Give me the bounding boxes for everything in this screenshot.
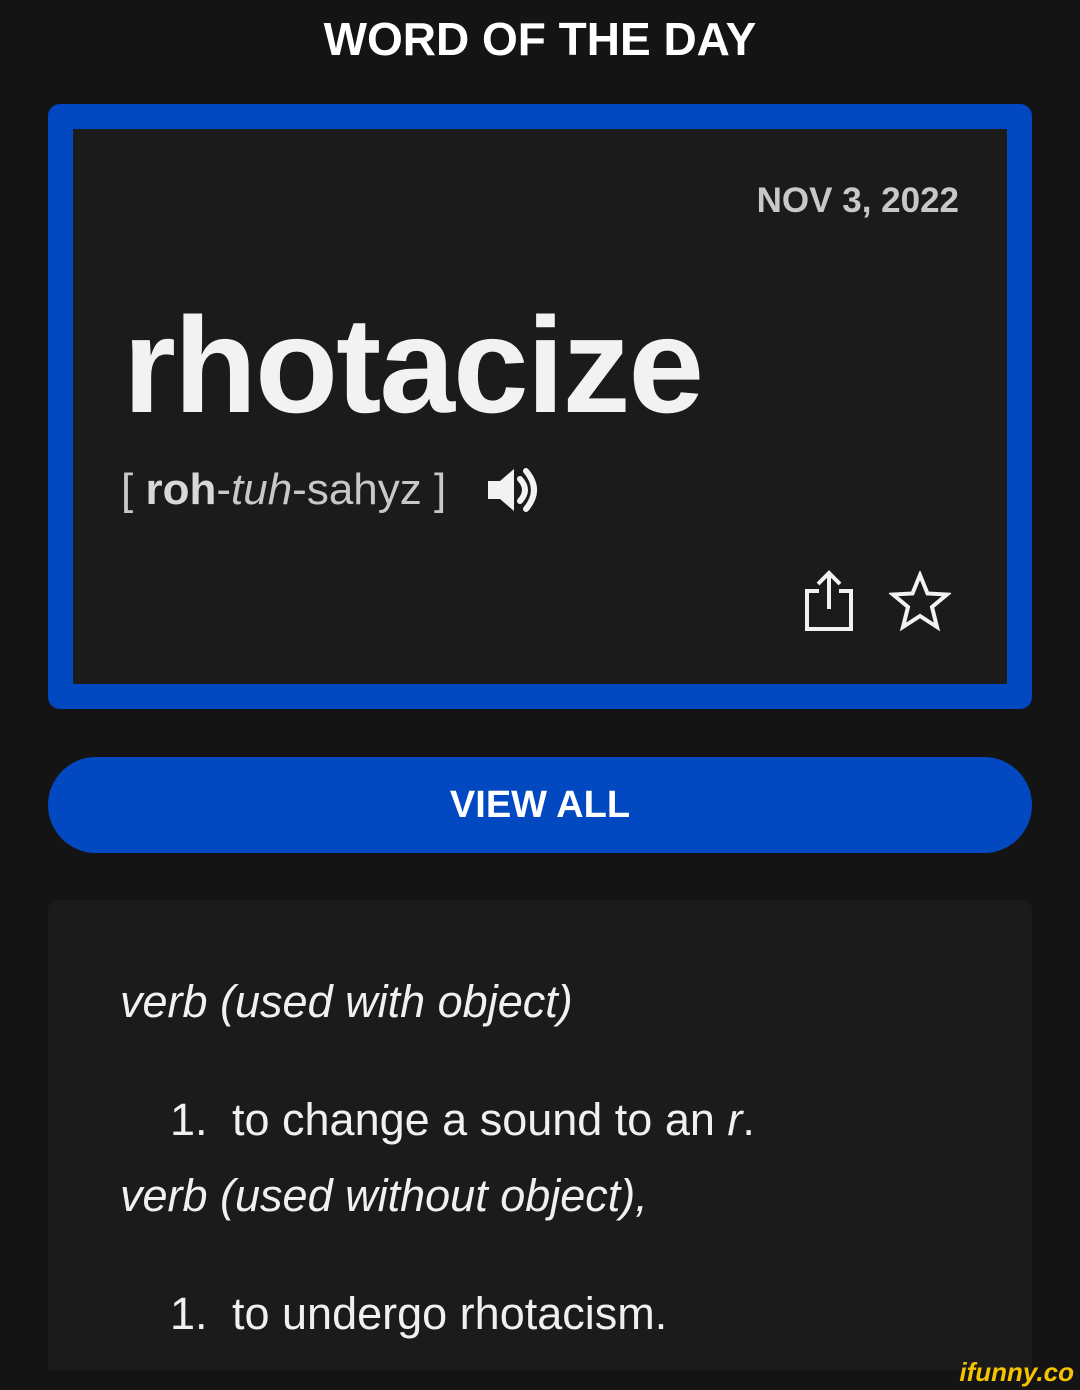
definition-italic: r [727,1094,743,1145]
definition-text: to undergo rhotacism. [232,1288,668,1339]
pronunciation-rest: -sahyz [292,465,422,514]
ifunny-watermark: ifunny.co [959,1357,1074,1387]
pronunciation-italic-syllable: tuh [231,465,293,514]
definition-number: 1. [170,1288,208,1339]
part-of-speech: verb (used with object) [120,976,573,1027]
featured-word: rhotacize [123,289,704,441]
page-title: WORD OF THE DAY [323,13,757,65]
share-icon[interactable] [801,569,857,633]
word-of-the-day-card: NOV 3, 2022 rhotacize [ roh - tuh -sahyz… [48,104,1032,709]
definition-item: 1. to undergo rhotacism. [170,1288,667,1340]
definition-number: 1. [170,1094,208,1145]
pronunciation-separator: - [216,465,231,514]
part-of-speech: verb (used without object), [120,1170,648,1221]
view-all-button[interactable]: VIEW ALL [48,757,1032,853]
pronunciation-open-bracket: [ [121,465,146,514]
pronunciation: [ roh - tuh -sahyz ] [121,461,542,519]
definition-card: verb (used with object) 1. to change a so… [48,900,1032,1370]
definition-text: to change a sound to an [232,1094,728,1145]
word-date: NOV 3, 2022 [756,181,959,220]
definition-item: 1. to change a sound to an r. [170,1094,755,1146]
pronunciation-stressed-syllable: roh [145,465,217,514]
pronunciation-close-bracket: ] [421,465,447,514]
definition-end: . [742,1094,755,1145]
star-icon[interactable] [889,571,951,633]
speaker-icon[interactable] [484,461,542,519]
